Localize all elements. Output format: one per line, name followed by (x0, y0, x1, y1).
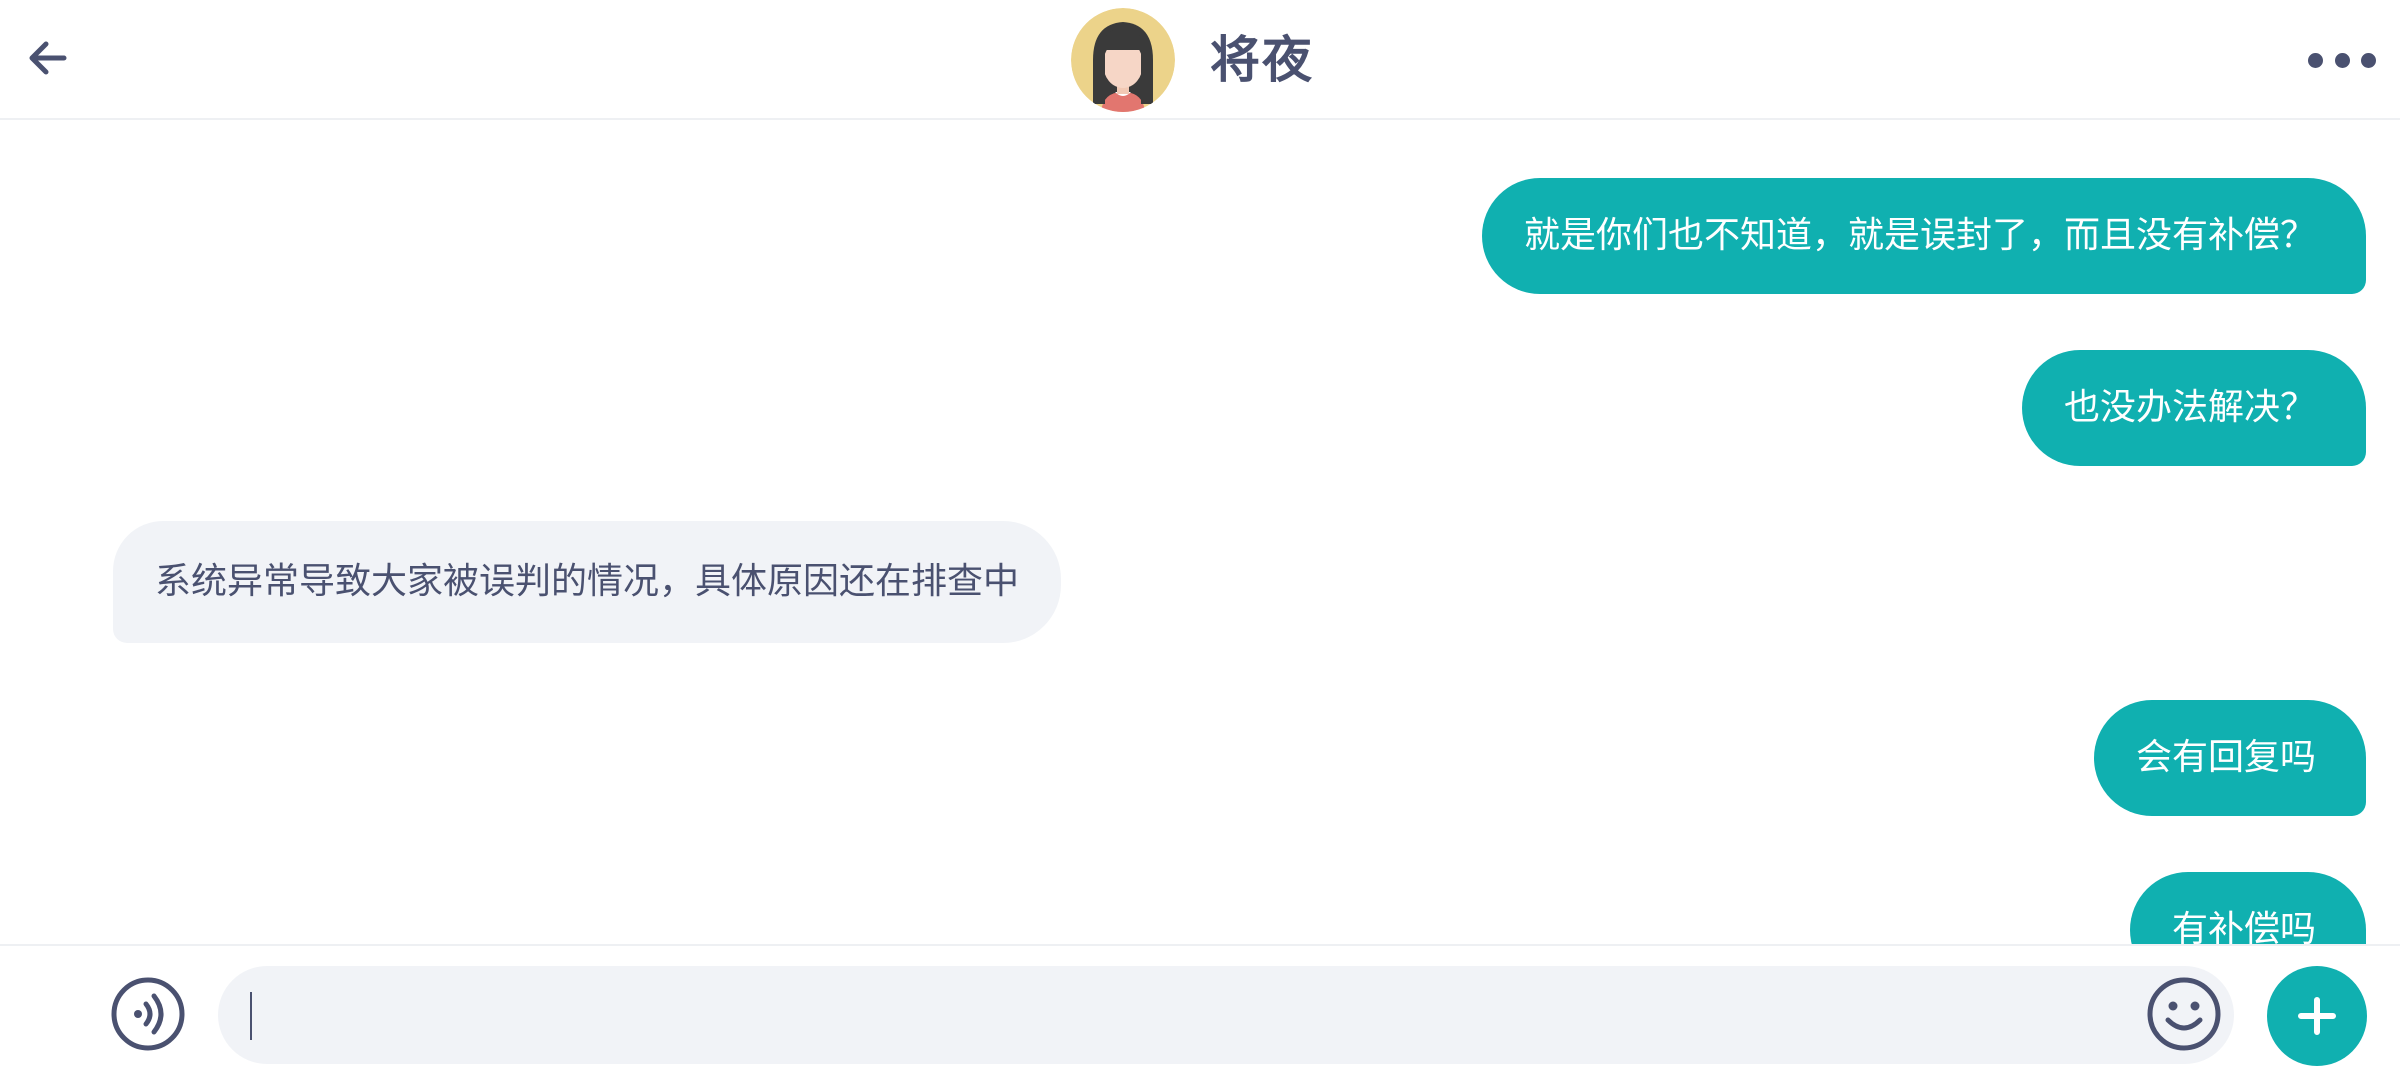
voice-button[interactable] (110, 976, 186, 1052)
emoji-icon (2147, 977, 2221, 1051)
message-bubble-incoming[interactable]: 系统异常导致大家被误判的情况，具体原因还在排查中 (113, 521, 1062, 643)
message-input-bar (0, 944, 2400, 1080)
text-cursor (250, 992, 252, 1040)
message-input[interactable] (218, 966, 2234, 1064)
more-options-button[interactable] (2308, 40, 2376, 80)
emoji-button[interactable] (2146, 976, 2222, 1052)
more-horizontal-icon (2308, 52, 2323, 68)
voice-icon (111, 977, 185, 1051)
message-bubble-outgoing[interactable]: 就是你们也不知道，就是误封了，而且没有补偿？ (1481, 178, 2366, 294)
more-dot (2361, 52, 2376, 68)
message-list[interactable]: 就是你们也不知道，就是误封了，而且没有补偿？ 也没办法解决？ 系统异常导致大家被… (0, 120, 2400, 944)
plus-icon (2298, 997, 2336, 1035)
message-bubble-outgoing[interactable]: 会有回复吗 (2093, 700, 2366, 816)
chat-header: 将夜 (0, 0, 2400, 120)
avatar-icon (1071, 8, 1175, 112)
more-dot (2334, 52, 2350, 68)
arrow-left-icon (29, 41, 67, 75)
message-bubble-outgoing[interactable]: 也没办法解决？ (2021, 350, 2366, 466)
back-button[interactable] (22, 32, 74, 84)
chat-screen: 将夜 就是你们也不知道，就是误封了，而且没有补偿？ 也没办法解决？ 系统异常导致… (0, 0, 2400, 1080)
message-bubble-outgoing[interactable]: 有补偿吗 (2129, 872, 2366, 944)
add-attachment-button[interactable] (2267, 966, 2367, 1066)
contact-avatar[interactable] (1071, 8, 1175, 112)
contact-name: 将夜 (1210, 31, 1314, 89)
